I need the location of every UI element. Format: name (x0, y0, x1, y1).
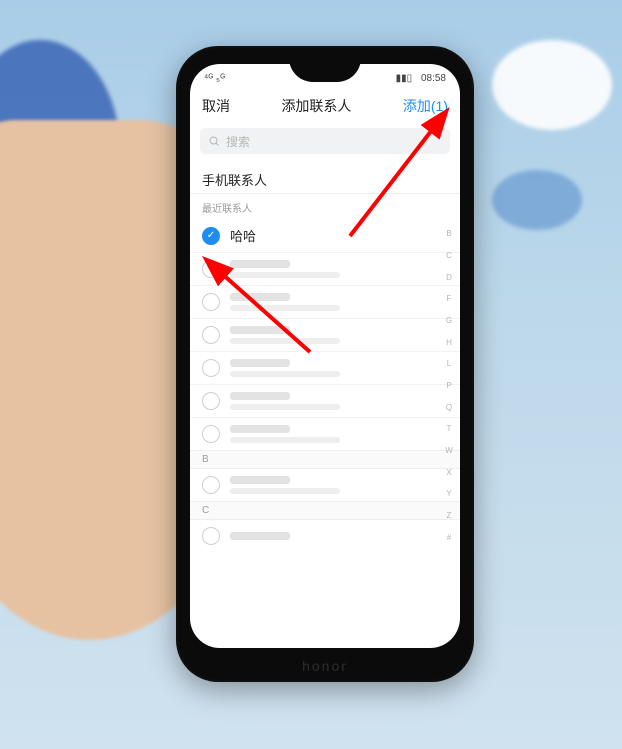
contact-row[interactable]: 哈哈 (190, 219, 460, 252)
contact-row[interactable] (190, 417, 460, 450)
index-letter[interactable]: Q (442, 403, 456, 412)
search-input[interactable]: 搜索 (200, 128, 450, 154)
contact-row[interactable] (190, 351, 460, 384)
index-letter[interactable]: X (442, 468, 456, 477)
contact-row[interactable] (190, 285, 460, 318)
add-button-label: 添加 (403, 98, 431, 114)
status-bar: ⁴ᴳ ₅ᴳ ▮▮▯ 08:58 (190, 64, 460, 88)
index-letter[interactable]: Z (442, 511, 456, 520)
contact-name-blurred (230, 260, 340, 278)
battery-icon: ▮▮▯ (396, 73, 413, 84)
index-letter[interactable]: F (442, 294, 456, 303)
index-letter[interactable]: # (442, 533, 456, 542)
search-icon (208, 135, 220, 147)
signal-icon: ⁴ᴳ ₅ᴳ (204, 73, 225, 84)
index-letter[interactable]: B (442, 229, 456, 238)
contact-name-blurred (230, 425, 340, 443)
page-title: 添加联系人 (281, 96, 351, 116)
index-letter[interactable]: L (442, 359, 456, 368)
phone-brand: honor (176, 658, 474, 674)
checkbox[interactable] (202, 260, 220, 278)
contact-row[interactable] (190, 469, 460, 501)
header-bar: 取消 添加联系人 添加(1) (190, 88, 460, 126)
section-recent: 最近联系人 (190, 193, 460, 219)
index-letter[interactable]: Y (442, 489, 456, 498)
group-header-b: B (190, 450, 460, 469)
contact-row[interactable] (190, 520, 460, 552)
contact-list: 哈哈 (190, 219, 460, 552)
contact-name-blurred (230, 476, 340, 494)
index-letter[interactable]: C (442, 251, 456, 260)
contact-name-blurred (230, 532, 290, 540)
checkbox-checked[interactable] (202, 227, 220, 245)
checkbox[interactable] (202, 392, 220, 410)
contact-name-blurred (230, 392, 340, 410)
contact-name-blurred (230, 293, 340, 311)
contact-row[interactable] (190, 384, 460, 417)
checkbox[interactable] (202, 425, 220, 443)
contact-row[interactable] (190, 318, 460, 351)
checkbox[interactable] (202, 326, 220, 344)
index-letter[interactable]: H (442, 338, 456, 347)
contact-name-blurred (230, 326, 340, 344)
add-button-count: (1) (431, 98, 448, 114)
index-letter[interactable]: G (442, 316, 456, 325)
index-letter[interactable]: T (442, 424, 456, 433)
contact-row[interactable] (190, 252, 460, 285)
cancel-button[interactable]: 取消 (202, 96, 230, 116)
phone-screen: ⁴ᴳ ₅ᴳ ▮▮▯ 08:58 取消 添加联系人 添加(1) 搜索 手机联系人 … (190, 64, 460, 648)
checkbox[interactable] (202, 476, 220, 494)
background-blob (492, 170, 582, 230)
search-placeholder: 搜索 (226, 133, 250, 150)
checkbox[interactable] (202, 359, 220, 377)
checkbox[interactable] (202, 527, 220, 545)
clock: 08:58 (421, 73, 446, 84)
phone-frame: ⁴ᴳ ₅ᴳ ▮▮▯ 08:58 取消 添加联系人 添加(1) 搜索 手机联系人 … (176, 46, 474, 682)
add-button[interactable]: 添加(1) (403, 96, 448, 116)
contact-name-blurred (230, 359, 340, 377)
index-letter[interactable]: D (442, 273, 456, 282)
index-letter[interactable]: W (442, 446, 456, 455)
contact-name: 哈哈 (230, 226, 256, 245)
background-blob (492, 40, 612, 130)
section-phone-contacts: 手机联系人 (190, 164, 460, 193)
group-header-c: C (190, 501, 460, 520)
index-letter[interactable]: P (442, 381, 456, 390)
checkbox[interactable] (202, 293, 220, 311)
alpha-index[interactable]: B C D F G H L P Q T W X Y Z # (442, 223, 456, 548)
